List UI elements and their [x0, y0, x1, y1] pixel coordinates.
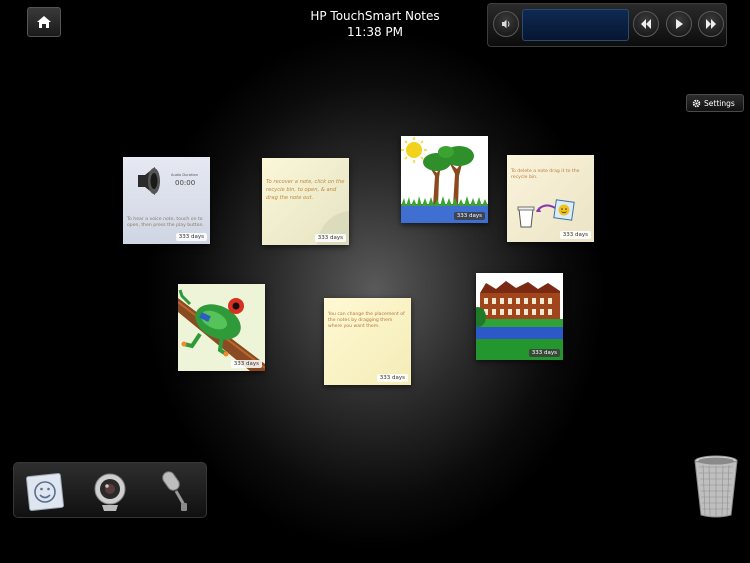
tree-drawing-image [401, 137, 488, 223]
building-photo-note[interactable]: 333 days [476, 273, 563, 360]
webcam-icon [94, 473, 126, 511]
recycle-bin[interactable] [693, 455, 739, 519]
note-text: To hear a voice note, touch on to open, … [127, 217, 204, 228]
rewind-icon [641, 19, 651, 29]
microphone-icon [162, 471, 187, 511]
age-badge: 333 days [559, 231, 591, 239]
clock: 11:38 PM [347, 25, 403, 39]
home-button[interactable] [27, 7, 61, 37]
age-badge: 333 days [175, 233, 207, 241]
volume-button[interactable] [493, 11, 519, 37]
volume-icon [502, 19, 510, 29]
app-header: HP TouchSmart Notes 11:38 PM [290, 8, 460, 40]
age-badge: 333 days [528, 349, 560, 357]
note-text: You can change the placement of the note… [328, 312, 405, 329]
rewind-button[interactable] [633, 11, 659, 37]
building-image [476, 273, 563, 360]
audio-note[interactable]: Audio Duration 00:00 To hear a voice not… [123, 157, 210, 244]
age-badge: 333 days [314, 234, 346, 242]
webcam-button[interactable] [88, 469, 132, 513]
app-title: HP TouchSmart Notes [310, 9, 440, 23]
play-button[interactable] [666, 11, 692, 37]
tree-drawing-note[interactable]: 333 days [401, 136, 488, 223]
audio-duration-title: Audio Duration [171, 173, 198, 177]
settings-button[interactable]: Settings [686, 94, 744, 112]
frog-photo-note[interactable]: 333 days [178, 284, 265, 371]
audio-duration-value: 00:00 [175, 179, 196, 187]
recycle-tip-note[interactable]: To delete a note drag it to the recycle … [507, 155, 594, 242]
speaker-icon [138, 167, 160, 195]
new-note-button[interactable] [24, 469, 68, 513]
placement-tip-note[interactable]: You can change the placement of the note… [324, 298, 411, 385]
new-note-icon [26, 473, 64, 511]
fast-forward-icon [706, 19, 716, 29]
create-note-tray [13, 462, 207, 518]
frog-image [178, 284, 265, 371]
note-text: To delete a note drag it to the recycle … [511, 169, 580, 180]
note-text: To recover a note, click on the recycle … [266, 179, 345, 201]
recycle-illustration [517, 199, 575, 228]
age-badge: 333 days [230, 360, 262, 368]
media-player [487, 3, 727, 47]
player-display [522, 9, 629, 41]
play-icon [676, 19, 683, 29]
microphone-button[interactable] [152, 469, 196, 513]
fast-forward-button[interactable] [698, 11, 724, 37]
gear-icon [692, 99, 701, 107]
settings-label: Settings [704, 98, 735, 108]
age-badge: 333 days [453, 212, 485, 220]
age-badge: 333 days [376, 374, 408, 382]
handwritten-note[interactable]: To recover a note, click on the recycle … [262, 158, 349, 245]
recycle-bin-icon [694, 455, 738, 518]
home-icon [37, 16, 51, 28]
